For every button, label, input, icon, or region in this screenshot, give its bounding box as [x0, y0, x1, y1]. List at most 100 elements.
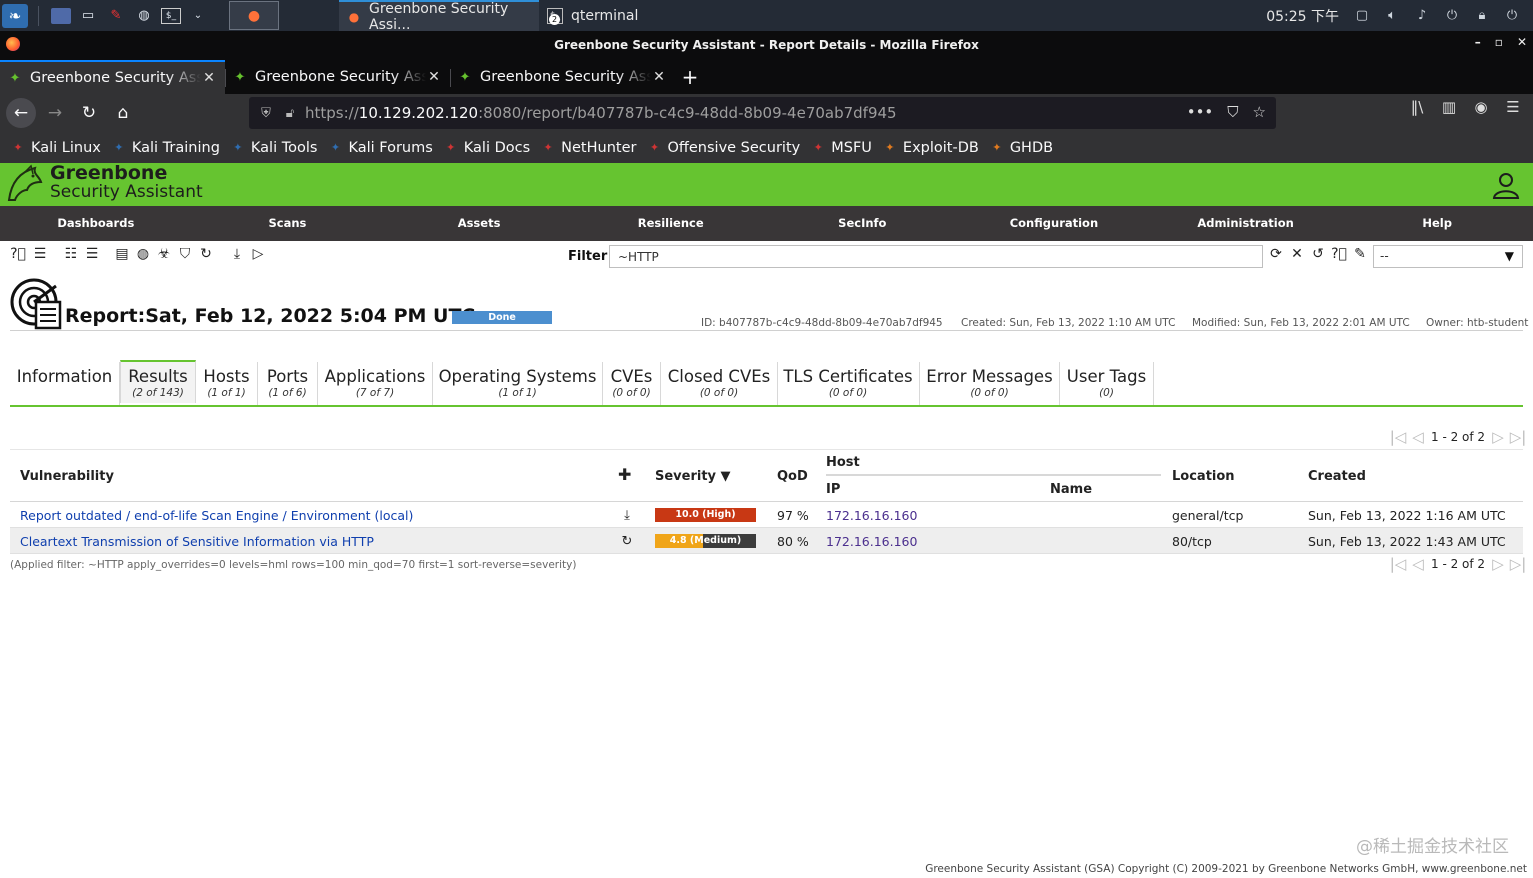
next-page-icon[interactable]: ▷: [1488, 428, 1508, 446]
trigger-alert-icon[interactable]: ▷: [249, 245, 267, 263]
bookmark-item[interactable]: ✦ Kali Training: [111, 140, 220, 156]
browser-tab[interactable]: ✦ Greenbone Security Assistant ✕: [450, 60, 675, 94]
menu-item-resilience[interactable]: Resilience: [575, 206, 767, 241]
tracking-shield-icon[interactable]: ⛨: [257, 106, 275, 121]
menu-item-configuration[interactable]: Configuration: [958, 206, 1150, 241]
back-arrow-icon[interactable]: ←: [6, 98, 36, 128]
delta-report-icon[interactable]: ◍: [134, 245, 152, 263]
bookmark-item[interactable]: ✦ Kali Linux: [10, 140, 100, 156]
tab-results[interactable]: Results (2 of 143): [120, 360, 196, 403]
tab-ports[interactable]: Ports (1 of 6): [258, 362, 318, 405]
tab-close-icon[interactable]: ✕: [426, 69, 442, 85]
filter-help-icon[interactable]: ?⃝: [1330, 245, 1348, 263]
vulnerability-link[interactable]: Cleartext Transmission of Sensitive Info…: [20, 534, 374, 549]
menu-item-assets[interactable]: Assets: [383, 206, 575, 241]
column-location[interactable]: Location: [1172, 469, 1235, 484]
download-icon[interactable]: ⤓: [228, 245, 246, 263]
first-page-icon[interactable]: |◁: [1388, 428, 1408, 446]
tab-operating-systems[interactable]: Operating Systems (1 of 1): [433, 362, 603, 405]
tab-error-messages[interactable]: Error Messages (0 of 0): [920, 362, 1060, 405]
expand-list-icon[interactable]: ☷: [62, 245, 80, 263]
bookmark-item[interactable]: ✦ GHDB: [989, 140, 1053, 156]
tab-tls-certificates[interactable]: TLS Certificates (0 of 0): [777, 362, 920, 405]
next-page-icon[interactable]: ▷: [1488, 555, 1508, 573]
tab-applications[interactable]: Applications (7 of 7): [318, 362, 433, 405]
menu-item-help[interactable]: Help: [1341, 206, 1533, 241]
clock[interactable]: 05:25 下午: [1266, 6, 1339, 26]
pocket-icon[interactable]: ⛉: [1227, 103, 1238, 121]
column-vulnerability[interactable]: Vulnerability: [20, 469, 114, 484]
bookmark-item[interactable]: ✦ NetHunter: [540, 140, 637, 156]
greenbone-logo-icon[interactable]: [5, 164, 45, 204]
new-tab-button[interactable]: +: [675, 60, 705, 94]
bookmark-item[interactable]: ✦ Kali Docs: [443, 140, 530, 156]
hamburger-menu-icon[interactable]: ☰: [1503, 98, 1523, 116]
home-icon[interactable]: ⌂: [108, 98, 138, 128]
tab-close-icon[interactable]: ✕: [201, 70, 217, 86]
task-details-icon[interactable]: ▤: [113, 245, 131, 263]
maximize-icon[interactable]: ▫: [1495, 35, 1503, 49]
menu-item-secinfo[interactable]: SecInfo: [767, 206, 959, 241]
sidebar-icon[interactable]: ▥: [1439, 98, 1459, 116]
kali-menu-icon[interactable]: ❧: [2, 3, 28, 28]
browser-icon[interactable]: ◍: [133, 6, 155, 26]
tab-closed-cves[interactable]: Closed CVEs (0 of 0): [661, 362, 778, 405]
filter-input[interactable]: [609, 245, 1263, 268]
host-ip-link[interactable]: 172.16.16.160: [826, 508, 917, 523]
bookmark-item[interactable]: ✦ Exploit-DB: [882, 140, 979, 156]
tab-user-tags[interactable]: User Tags (0): [1060, 362, 1154, 405]
edit-filter-icon[interactable]: ✎: [1351, 245, 1369, 263]
table-row[interactable]: Cleartext Transmission of Sensitive Info…: [10, 528, 1523, 554]
power-icon[interactable]: ⏻: [1443, 7, 1461, 25]
biohazard-icon[interactable]: ☣: [155, 245, 173, 263]
host-ip-link[interactable]: 172.16.16.160: [826, 534, 917, 549]
browser-tab[interactable]: ✦ Greenbone Security Assistant ✕: [225, 60, 450, 94]
previous-page-icon[interactable]: ◁: [1408, 428, 1428, 446]
reload-icon[interactable]: ↻: [74, 98, 104, 128]
page-actions-icon[interactable]: •••: [1187, 103, 1214, 121]
bookmark-item[interactable]: ✦ Kali Forums: [327, 140, 433, 156]
help-icon[interactable]: ?⃝: [9, 245, 27, 263]
menu-item-scans[interactable]: Scans: [192, 206, 384, 241]
close-icon[interactable]: ✕: [1517, 35, 1527, 49]
collapse-list-icon[interactable]: ☰: [83, 245, 101, 263]
bookmark-item[interactable]: ✦ MSFU: [810, 140, 872, 156]
column-created[interactable]: Created: [1308, 469, 1366, 484]
bookmark-item[interactable]: ✦ Kali Tools: [230, 140, 317, 156]
filter-select[interactable]: -- ▼: [1373, 245, 1523, 268]
previous-page-icon[interactable]: ◁: [1408, 555, 1428, 573]
lock-icon[interactable]: 🔒︎: [1473, 7, 1491, 25]
solution-type-icon[interactable]: ✚: [618, 465, 631, 484]
menu-item-administration[interactable]: Administration: [1150, 206, 1342, 241]
forward-arrow-icon[interactable]: →: [40, 98, 70, 128]
browser-tab[interactable]: ✦ Greenbone Security Assistant ✕: [0, 60, 225, 94]
chevron-down-icon[interactable]: ⌄: [187, 6, 209, 26]
remove-filter-icon[interactable]: ✕: [1288, 245, 1306, 263]
account-icon[interactable]: ◉: [1471, 98, 1491, 116]
minimize-icon[interactable]: –: [1475, 35, 1481, 49]
notification-bell-icon[interactable]: ♪: [1413, 7, 1431, 25]
taskbar-task-firefox[interactable]: ● Greenbone Security Assi...: [339, 0, 539, 33]
table-row[interactable]: Report outdated / end-of-life Scan Engin…: [10, 502, 1523, 528]
taskbar-task-terminal[interactable]: $_ 2 qterminal: [539, 0, 646, 31]
insecure-lock-icon[interactable]: 🔓︎: [281, 106, 299, 121]
desktop-icon[interactable]: [51, 7, 71, 24]
url-bar[interactable]: ⛨ 🔓︎ https://10.129.202.120:8080/report/…: [249, 97, 1276, 129]
first-page-icon[interactable]: |◁: [1388, 555, 1408, 573]
menu-item-dashboards[interactable]: Dashboards: [0, 206, 192, 241]
text-editor-icon[interactable]: ✎: [105, 6, 127, 26]
last-page-icon[interactable]: ▷|: [1508, 428, 1528, 446]
performance-icon[interactable]: ↻: [197, 245, 215, 263]
tab-information[interactable]: Information: [10, 362, 120, 405]
refresh-filter-icon[interactable]: ⟳: [1267, 245, 1285, 263]
tab-hosts[interactable]: Hosts (1 of 1): [196, 362, 258, 405]
bookmark-star-icon[interactable]: ☆: [1253, 103, 1266, 121]
display-icon[interactable]: ▢: [1353, 7, 1371, 25]
list-icon[interactable]: ☰: [31, 245, 49, 263]
last-page-icon[interactable]: ▷|: [1508, 555, 1528, 573]
column-name[interactable]: Name: [1050, 482, 1092, 497]
firefox-launcher-icon[interactable]: ●: [229, 1, 279, 30]
column-ip[interactable]: IP: [826, 482, 840, 497]
terminal-icon[interactable]: $_: [161, 7, 181, 24]
tab-cves[interactable]: CVEs (0 of 0): [603, 362, 661, 405]
